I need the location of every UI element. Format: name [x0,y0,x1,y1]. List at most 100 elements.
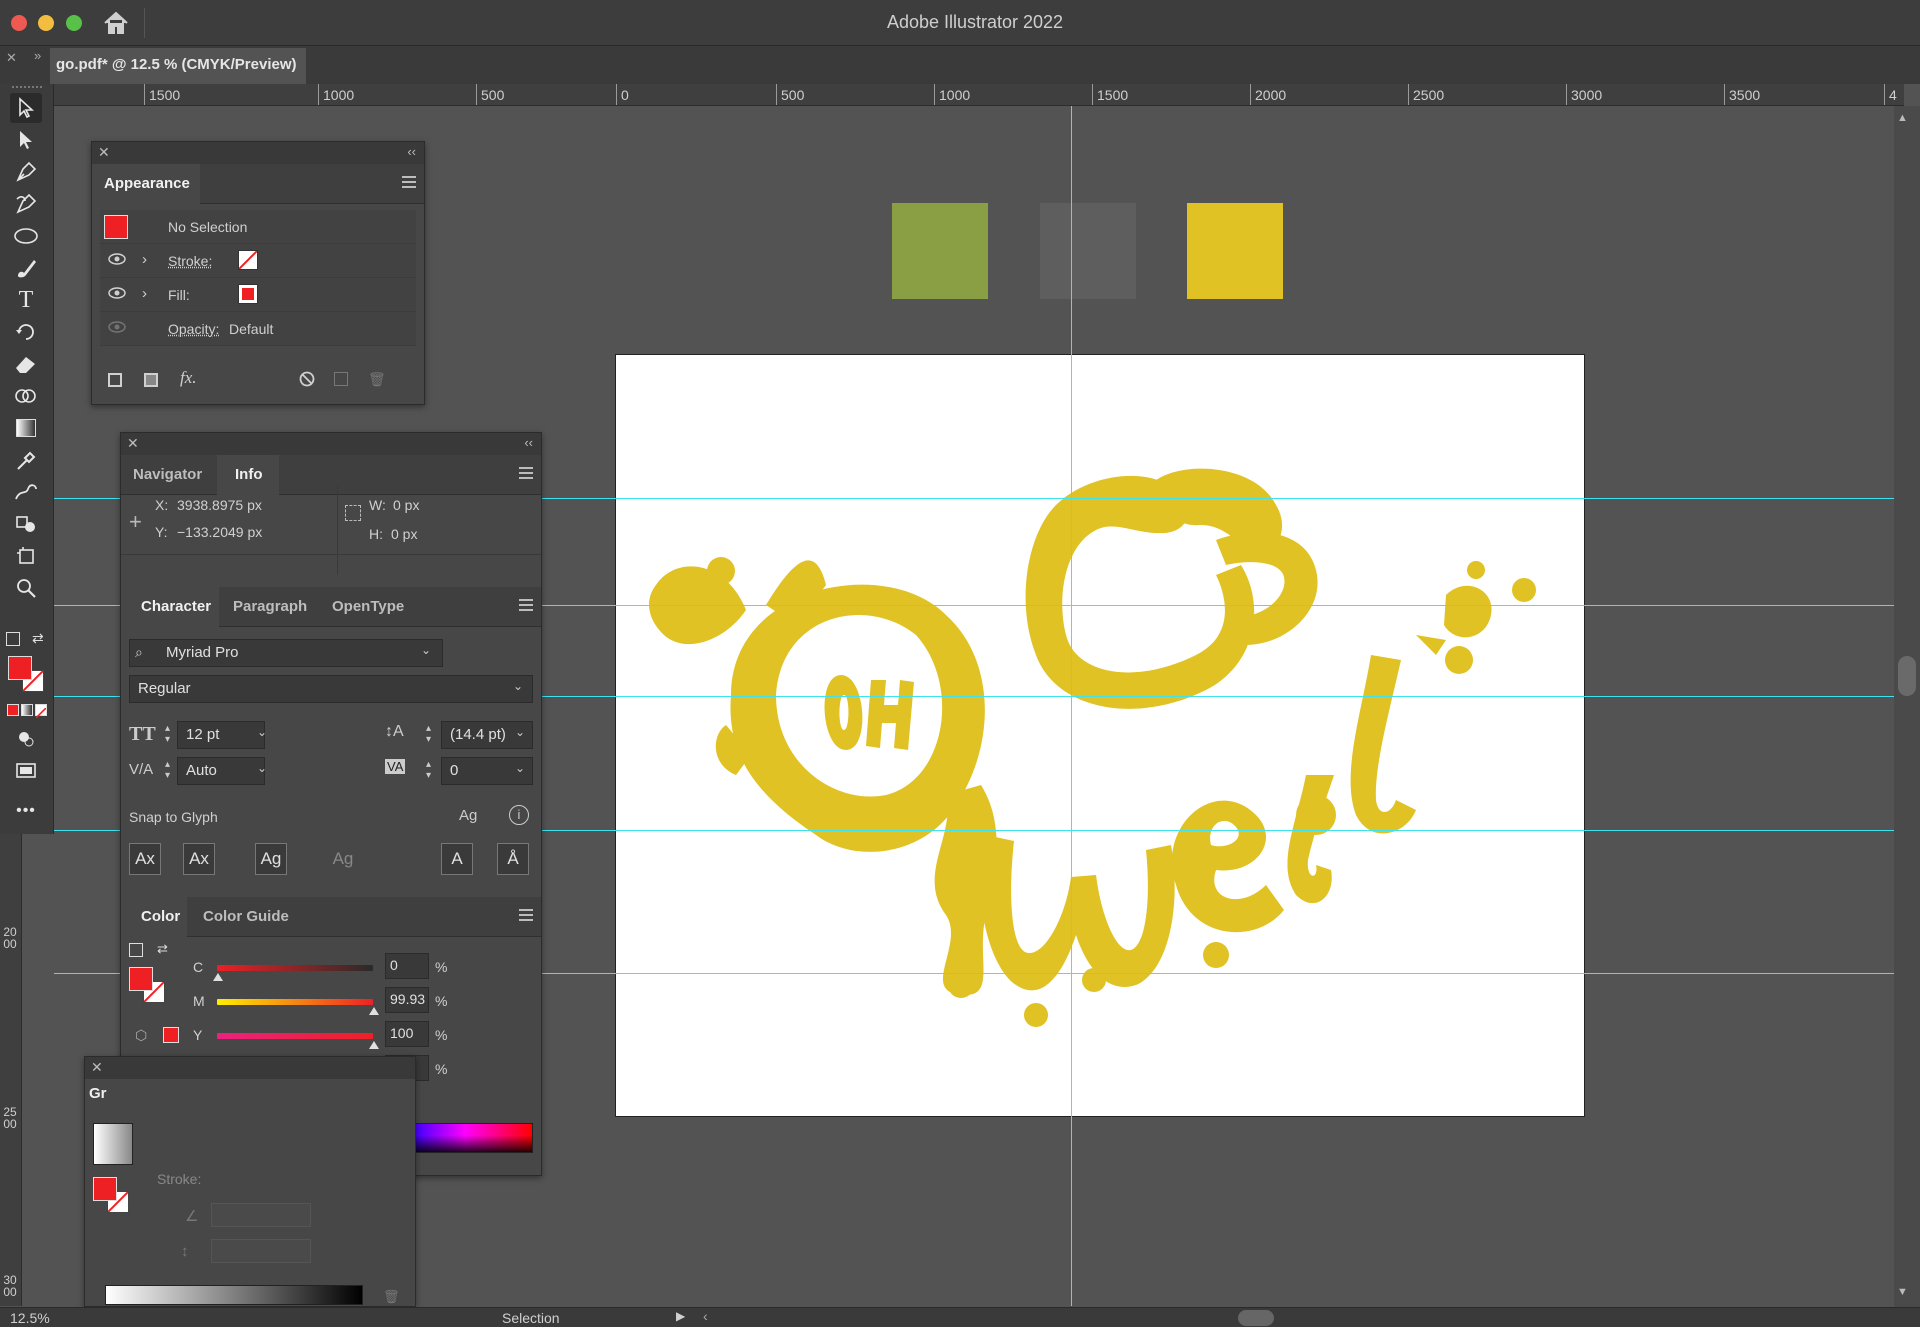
artboard-tool-icon[interactable] [10,541,42,571]
fill-row[interactable]: › Fill: [100,278,416,312]
direct-selection-tool-icon[interactable] [10,125,42,155]
panel-header[interactable]: ✕ [85,1057,415,1079]
snap-angular-icon[interactable]: A [441,843,473,875]
slider-thumb[interactable] [369,1041,379,1049]
panel-menu-icon[interactable] [519,599,533,614]
angle-field[interactable] [211,1203,311,1227]
expand-chevron-icon[interactable]: › [142,251,147,268]
chevron-down-icon[interactable]: ⌄ [257,725,267,739]
eye-icon[interactable] [108,252,126,270]
stroke-label[interactable]: Stroke: [168,253,212,269]
tab-gradient[interactable]: Gr [89,1085,107,1102]
status-arrow-icon[interactable]: ▶ [676,1309,685,1323]
more-tools-icon[interactable]: ••• [10,796,42,826]
scroll-down-icon[interactable]: ▼ [1897,1286,1908,1298]
stroke-swatch[interactable] [238,250,258,270]
shape-builder-tool-icon[interactable] [10,381,42,411]
tab-color-guide[interactable]: Color Guide [203,897,289,937]
oh-well-logo-art[interactable] [616,355,1584,1116]
artboard[interactable] [615,354,1585,1117]
aspect-ratio-field[interactable] [211,1239,311,1263]
glyph-options-icon[interactable]: Ag [459,807,477,824]
expand-panels-icon[interactable]: » [34,48,41,63]
panel-menu-icon[interactable] [519,467,533,482]
eyedropper-tool-icon[interactable] [10,445,42,475]
snap-baseline-icon[interactable]: Ax [129,843,161,875]
color-swatch-yellow[interactable] [1187,203,1283,299]
selection-row[interactable]: No Selection [100,210,416,244]
pen-tool-icon[interactable] [10,157,42,187]
panel-menu-icon[interactable] [519,909,533,924]
status-tool[interactable]: Selection [502,1310,560,1326]
guide-vertical[interactable] [1071,106,1072,1306]
chevron-down-icon[interactable]: ⌄ [421,643,431,657]
chevron-down-icon[interactable]: ⌄ [257,761,267,775]
rotate-tool-icon[interactable] [10,317,42,347]
close-panel-icon[interactable]: ✕ [6,50,17,66]
panel-header[interactable]: ✕ ‹‹ [92,142,424,164]
color-swatch-green[interactable] [892,203,988,299]
fill-swatch[interactable] [238,284,258,304]
scroll-up-icon[interactable]: ▲ [1897,112,1908,124]
out-of-gamut-icon[interactable]: ⬡ [135,1027,147,1044]
chevron-down-icon[interactable]: ⌄ [513,679,523,693]
stepper-icon[interactable]: ▴ ▾ [426,759,431,781]
none-mode-icon[interactable] [35,704,47,719]
opacity-row[interactable]: Opacity: Default [100,312,416,346]
eraser-tool-icon[interactable] [10,349,42,379]
channel-value-field[interactable]: 100 [385,1021,429,1047]
gradient-mode-icon[interactable] [21,704,33,716]
color-mode-icon[interactable] [7,704,19,716]
kerning-field[interactable]: Auto [177,757,265,785]
channel-value-field[interactable]: 99.93 [385,987,429,1013]
channel-slider[interactable] [217,965,373,971]
slider-thumb[interactable] [213,973,223,981]
horizontal-scroll-thumb[interactable] [1238,1310,1274,1326]
puppet-warp-tool-icon[interactable] [10,477,42,507]
add-new-fill-icon[interactable] [144,373,158,387]
collapse-icon[interactable]: ‹‹ [407,144,416,159]
opacity-label[interactable]: Opacity: [168,321,219,337]
scroll-thumb[interactable] [1898,656,1916,696]
zoom-level[interactable]: 12.5% [10,1310,50,1326]
gradient-slider[interactable] [105,1285,363,1305]
type-tool-icon[interactable]: T [10,285,42,315]
snap-anchor-icon[interactable]: Å [497,843,529,875]
expand-chevron-icon[interactable]: › [142,285,147,302]
live-paint-tool-icon[interactable] [10,509,42,539]
scroll-left-icon[interactable]: ‹ [703,1308,708,1324]
swap-fill-stroke-icon[interactable]: ⇄ [32,630,44,647]
font-size-field[interactable]: 12 pt [177,721,265,749]
swap-colors-icon[interactable]: ⇄ [157,941,168,957]
horizontal-ruler[interactable]: 1500 1000 500 0 500 1000 1500 2000 2500 3000 3500 4 [54,84,1904,106]
collapse-icon[interactable]: ‹‹ [524,435,533,450]
info-icon[interactable]: i [509,805,529,825]
close-icon[interactable]: ✕ [127,435,139,452]
color-swatch-gray[interactable] [1040,203,1136,299]
ellipse-tool-icon[interactable] [10,221,42,251]
chevron-down-icon[interactable]: ⌄ [515,761,525,775]
clear-appearance-icon[interactable] [298,370,316,392]
tab-paragraph[interactable]: Paragraph [233,587,307,627]
panel-menu-icon[interactable] [402,176,416,191]
chevron-down-icon[interactable]: ⌄ [515,725,525,739]
snap-x-height-icon[interactable]: Ax [183,843,215,875]
snap-proximity-icon[interactable]: Ag [327,843,359,875]
channel-slider[interactable] [217,999,373,1005]
vertical-scrollbar[interactable]: ▲ ▼ [1894,106,1920,1307]
gradient-fill-stroke[interactable] [93,1177,133,1217]
stepper-icon[interactable]: ▴ ▾ [426,723,431,745]
gradient-tool-icon[interactable] [10,413,42,443]
add-new-stroke-icon[interactable] [108,373,122,387]
fill-color-icon[interactable] [8,656,44,692]
toolbar-grip[interactable] [12,86,42,92]
tab-navigator[interactable]: Navigator [133,455,202,495]
tab-character[interactable]: Character [121,587,219,627]
gamut-color-swatch[interactable] [163,1027,179,1043]
font-style-field[interactable]: Regular [129,675,533,703]
gradient-preview[interactable] [93,1123,133,1165]
channel-slider[interactable] [217,1033,373,1039]
stepper-icon[interactable]: ▴ ▾ [165,759,170,781]
close-icon[interactable]: ✕ [98,144,110,161]
stepper-icon[interactable]: ▴ ▾ [165,723,170,745]
